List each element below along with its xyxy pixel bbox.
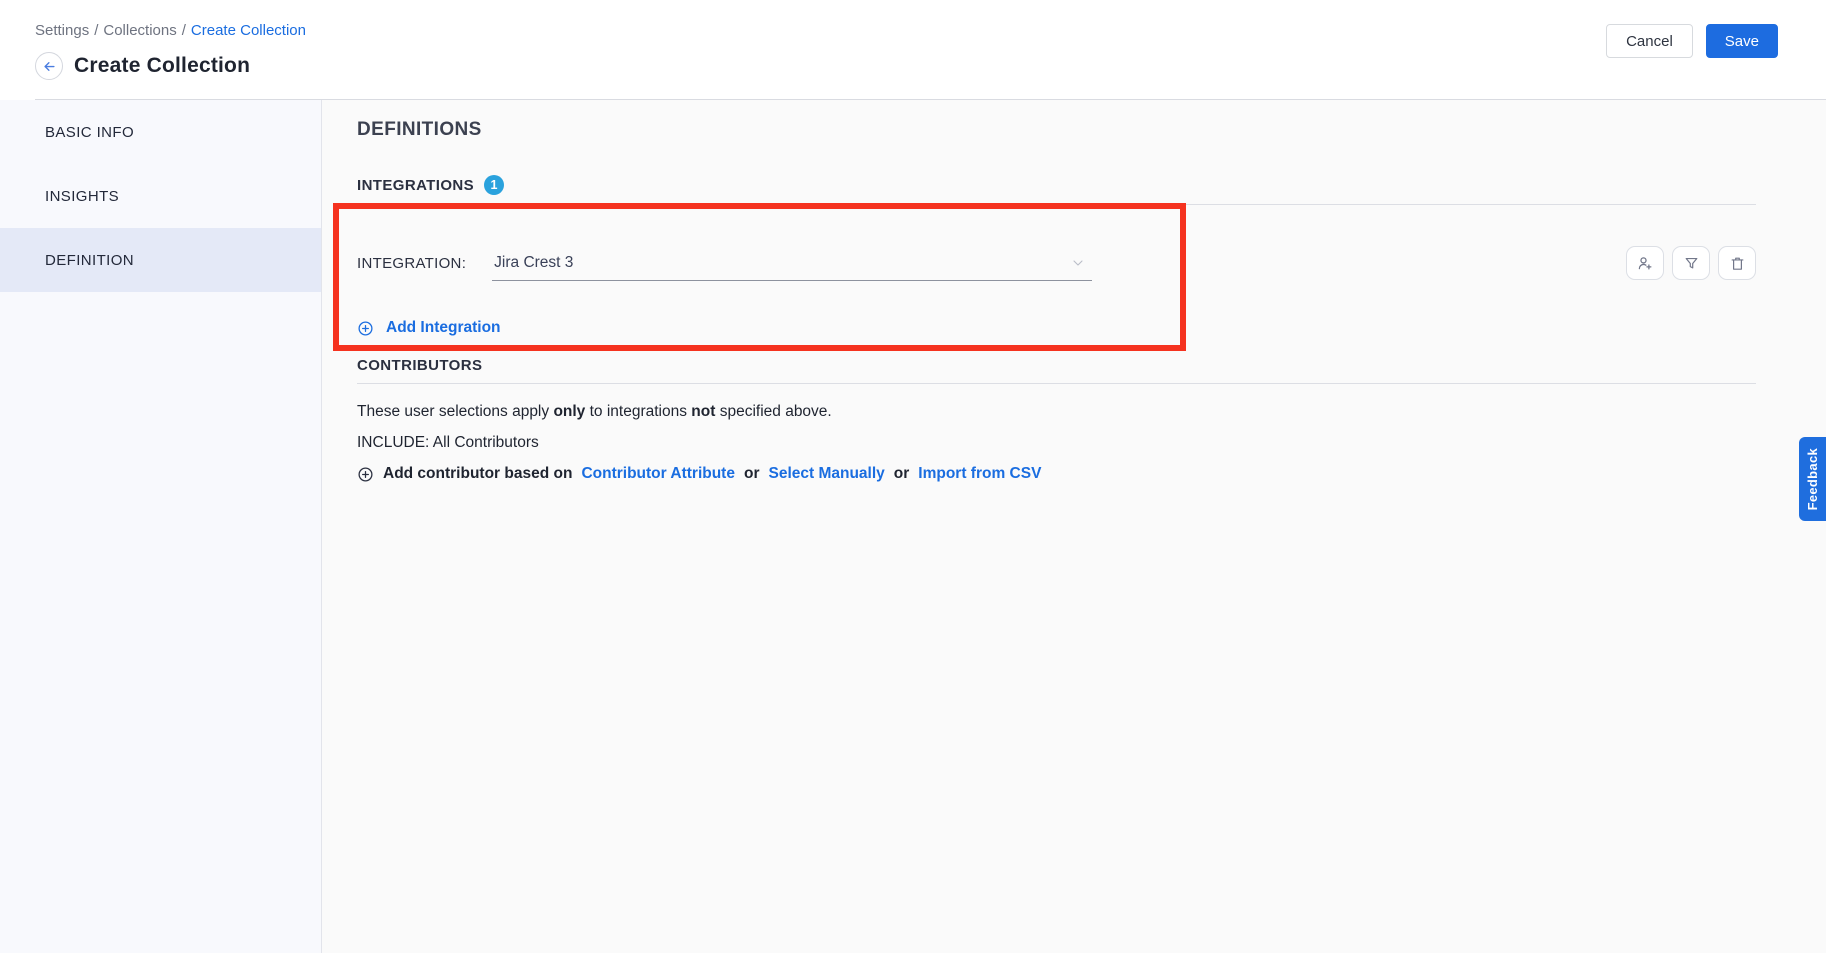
circle-plus-icon	[357, 466, 374, 483]
sidebar-item-definition[interactable]: DEFINITION	[0, 228, 321, 292]
integration-selected-value: Jira Crest 3	[494, 254, 573, 272]
breadcrumb-collections[interactable]: Collections	[103, 22, 176, 39]
contributor-attribute-link[interactable]: Contributor Attribute	[581, 465, 735, 483]
integration-actions	[1626, 246, 1756, 280]
definition-panel: DEFINITIONS INTEGRATIONS 1 INTEGRATION: …	[322, 100, 1826, 953]
delete-button[interactable]	[1718, 246, 1756, 280]
filter-button[interactable]	[1672, 246, 1710, 280]
select-manually-link[interactable]: Select Manually	[768, 465, 884, 483]
breadcrumb-separator: /	[94, 22, 98, 39]
breadcrumb-separator: /	[182, 22, 186, 39]
breadcrumb-settings[interactable]: Settings	[35, 22, 89, 39]
filter-icon	[1683, 255, 1700, 272]
note-text-bold: not	[691, 403, 715, 420]
breadcrumb: Settings / Collections / Create Collection	[35, 22, 1778, 39]
add-user-icon	[1636, 254, 1654, 272]
page-title: Create Collection	[74, 54, 250, 78]
note-text: to integrations	[585, 403, 691, 420]
arrow-left-icon	[42, 59, 57, 74]
note-text: These user selections apply	[357, 403, 553, 420]
breadcrumb-current[interactable]: Create Collection	[191, 22, 306, 39]
feedback-tab[interactable]: Feedback	[1799, 437, 1826, 521]
sidebar-item-basic-info[interactable]: BASIC INFO	[0, 100, 321, 164]
chevron-down-icon	[1070, 255, 1086, 271]
sidebar-item-insights[interactable]: INSIGHTS	[0, 164, 321, 228]
import-from-csv-link[interactable]: Import from CSV	[918, 465, 1041, 483]
note-text: specified above.	[715, 403, 831, 420]
circle-plus-icon	[357, 320, 374, 337]
feedback-tab-label: Feedback	[1805, 448, 1820, 510]
trash-icon	[1729, 255, 1746, 272]
integration-label: INTEGRATION:	[357, 255, 466, 272]
add-integration-label: Add Integration	[386, 319, 501, 337]
integrations-section-header: INTEGRATIONS 1	[357, 175, 1756, 205]
integration-select[interactable]: Jira Crest 3	[492, 245, 1092, 281]
add-user-button[interactable]	[1626, 246, 1664, 280]
include-line: INCLUDE: All Contributors	[357, 434, 1756, 452]
or-text: or	[744, 465, 760, 483]
add-integration-link[interactable]: Add Integration	[357, 319, 501, 337]
add-contributor-line: Add contributor based on Contributor Att…	[357, 465, 1756, 483]
back-button[interactable]	[35, 52, 63, 80]
contributors-title: CONTRIBUTORS	[357, 357, 482, 374]
cancel-button[interactable]: Cancel	[1606, 24, 1693, 58]
save-button[interactable]: Save	[1706, 24, 1778, 58]
or-text: or	[894, 465, 910, 483]
note-text-bold: only	[553, 403, 585, 420]
settings-sidebar: BASIC INFO INSIGHTS DEFINITION	[0, 100, 322, 953]
contributors-note: These user selections apply only to inte…	[357, 403, 1756, 421]
add-contributor-prefix: Add contributor based on	[383, 465, 572, 483]
integrations-count-badge: 1	[484, 175, 504, 195]
contributors-section-header: CONTRIBUTORS	[357, 357, 1756, 384]
definitions-heading: DEFINITIONS	[357, 118, 1756, 141]
page-header: Settings / Collections / Create Collection C…	[0, 0, 1826, 100]
contributors-section: CONTRIBUTORS These user selections apply…	[357, 357, 1756, 483]
integrations-title: INTEGRATIONS	[357, 177, 474, 194]
integration-row: INTEGRATION: Jira Crest 3	[357, 245, 1756, 281]
